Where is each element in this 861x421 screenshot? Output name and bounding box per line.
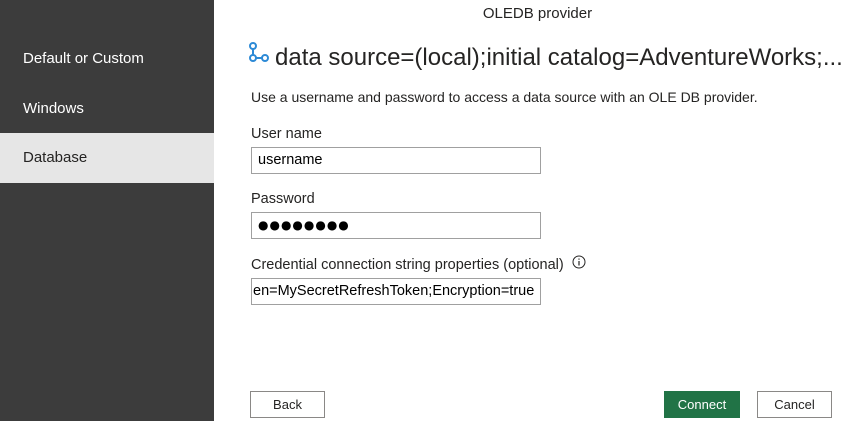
connection-properties-label-text: Credential connection string properties … xyxy=(251,257,564,273)
cancel-button[interactable]: Cancel xyxy=(757,391,832,418)
data-source-heading: data source=(local);initial catalog=Adve… xyxy=(248,40,848,74)
username-input[interactable]: username xyxy=(251,147,541,174)
sidebar-item-default-or-custom[interactable]: Default or Custom xyxy=(0,34,214,84)
connection-properties-label: Credential connection string properties … xyxy=(251,255,586,273)
connect-button[interactable]: Connect xyxy=(664,391,740,418)
password-label: Password xyxy=(251,191,315,207)
back-button[interactable]: Back xyxy=(250,391,325,418)
auth-description: Use a username and password to access a … xyxy=(251,89,758,105)
info-icon[interactable] xyxy=(572,255,586,273)
sidebar-item-database[interactable]: Database xyxy=(0,133,214,183)
password-input[interactable]: ●●●●●●●● xyxy=(251,212,541,239)
sidebar-item-windows[interactable]: Windows xyxy=(0,84,214,134)
connection-properties-input[interactable]: en=MySecretRefreshToken;Encryption=true xyxy=(251,278,541,305)
dialog-title: OLEDB provider xyxy=(482,5,593,22)
username-label: User name xyxy=(251,126,322,142)
data-source-title: data source=(local);initial catalog=Adve… xyxy=(275,43,843,71)
sidebar-nav: Default or Custom Windows Database xyxy=(0,0,214,421)
connection-icon xyxy=(248,40,270,73)
